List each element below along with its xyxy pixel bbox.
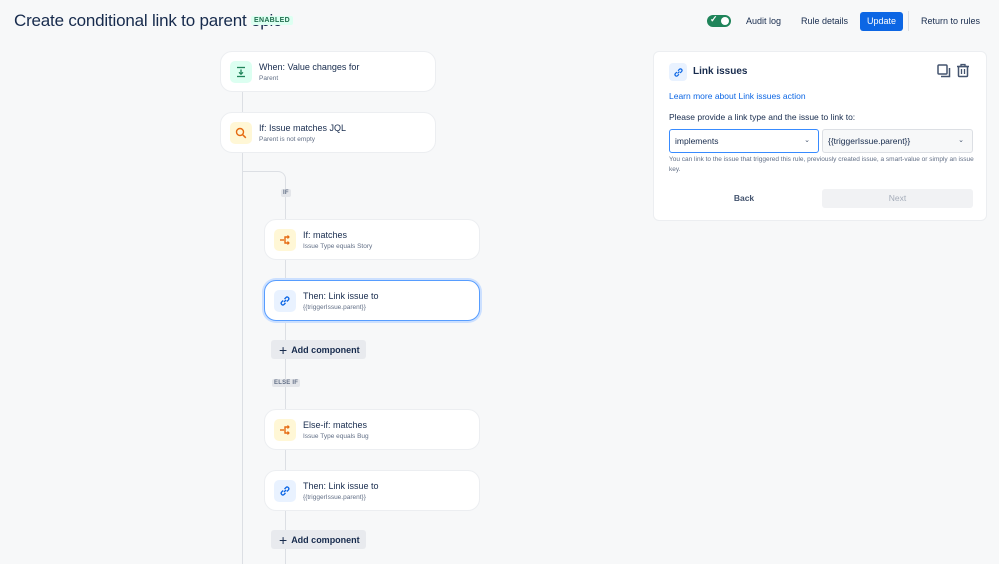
check-icon: ✓ [710,14,718,24]
trigger-card[interactable]: When: Value changes for Parent [220,51,436,92]
branch-icon [274,419,296,441]
panel-prompt: Please provide a link type and the issue… [669,112,856,122]
copy-icon[interactable] [937,64,951,83]
link-action-card-selected[interactable]: Then: Link issue to {{triggerIssue.paren… [264,280,480,321]
audit-log-button[interactable]: Audit log [740,12,787,31]
jql-condition-card[interactable]: If: Issue matches JQL Parent is not empt… [220,112,436,153]
link-action-card[interactable]: Then: Link issue to {{triggerIssue.paren… [264,470,480,511]
toggle-knob [721,17,729,25]
branch-connector [242,171,286,191]
return-to-rules-button[interactable]: Return to rules [915,12,986,31]
link-icon [274,480,296,502]
update-button[interactable]: Update [860,12,903,31]
card-subtitle: {{triggerIssue.parent}} [303,304,366,311]
issue-select[interactable]: {{triggerIssue.parent}} ⌄ [822,129,973,153]
learn-more-link[interactable]: Learn more about Link issues action [669,91,806,101]
if-condition-card[interactable]: If: matches Issue Type equals Story [264,219,480,260]
trigger-icon [230,61,252,83]
add-component-label: Add component [291,344,360,355]
link-type-select[interactable]: implements ⌄ [669,129,819,153]
link-issues-config-panel: Link issues Learn more about Link issues… [653,51,987,221]
link-icon [669,63,687,81]
else-if-condition-card[interactable]: Else-if: matches Issue Type equals Bug [264,409,480,450]
panel-title: Link issues [693,66,748,77]
chevron-down-icon: ⌄ [958,137,964,144]
chevron-down-icon: ⌄ [804,137,810,144]
help-text: You can link to the issue that triggered… [669,156,974,173]
plus-icon: + [279,531,288,548]
connector-line-main [242,153,243,564]
trash-icon[interactable] [956,63,970,83]
rule-details-button[interactable]: Rule details [795,12,854,31]
status-badge: ENABLED [251,16,293,25]
card-subtitle: {{triggerIssue.parent}} [303,494,366,501]
card-subtitle: Parent [259,75,279,82]
card-title: If: Issue matches JQL [259,123,347,133]
card-title: When: Value changes for [259,62,360,72]
branch-icon [274,229,296,251]
card-subtitle: Parent is not empty [259,136,315,143]
else-if-branch-tag: ELSE IF [272,379,301,387]
add-component-label: Add component [291,534,360,545]
card-title: Then: Link issue to [303,481,379,491]
card-subtitle: Issue Type equals Story [303,243,373,250]
issue-value: {{triggerIssue.parent}} [828,136,911,146]
next-button[interactable]: Next [822,189,973,208]
if-branch-tag: IF [281,189,291,197]
page-title: Create conditional link to parent epic [14,11,282,30]
link-icon [274,290,296,312]
add-component-button[interactable]: + Add component [271,530,366,549]
back-button[interactable]: Back [669,189,819,208]
card-subtitle: Issue Type equals Bug [303,433,369,440]
card-title: Then: Link issue to [303,291,379,301]
connector-line [242,92,243,112]
add-component-button[interactable]: + Add component [271,340,366,359]
search-icon [230,122,252,144]
card-title: Else-if: matches [303,420,368,430]
card-title: If: matches [303,230,348,240]
header-divider [908,11,909,31]
link-type-value: implements [675,136,719,146]
plus-icon: + [279,341,288,358]
rule-enabled-toggle[interactable]: ✓ [707,14,731,27]
